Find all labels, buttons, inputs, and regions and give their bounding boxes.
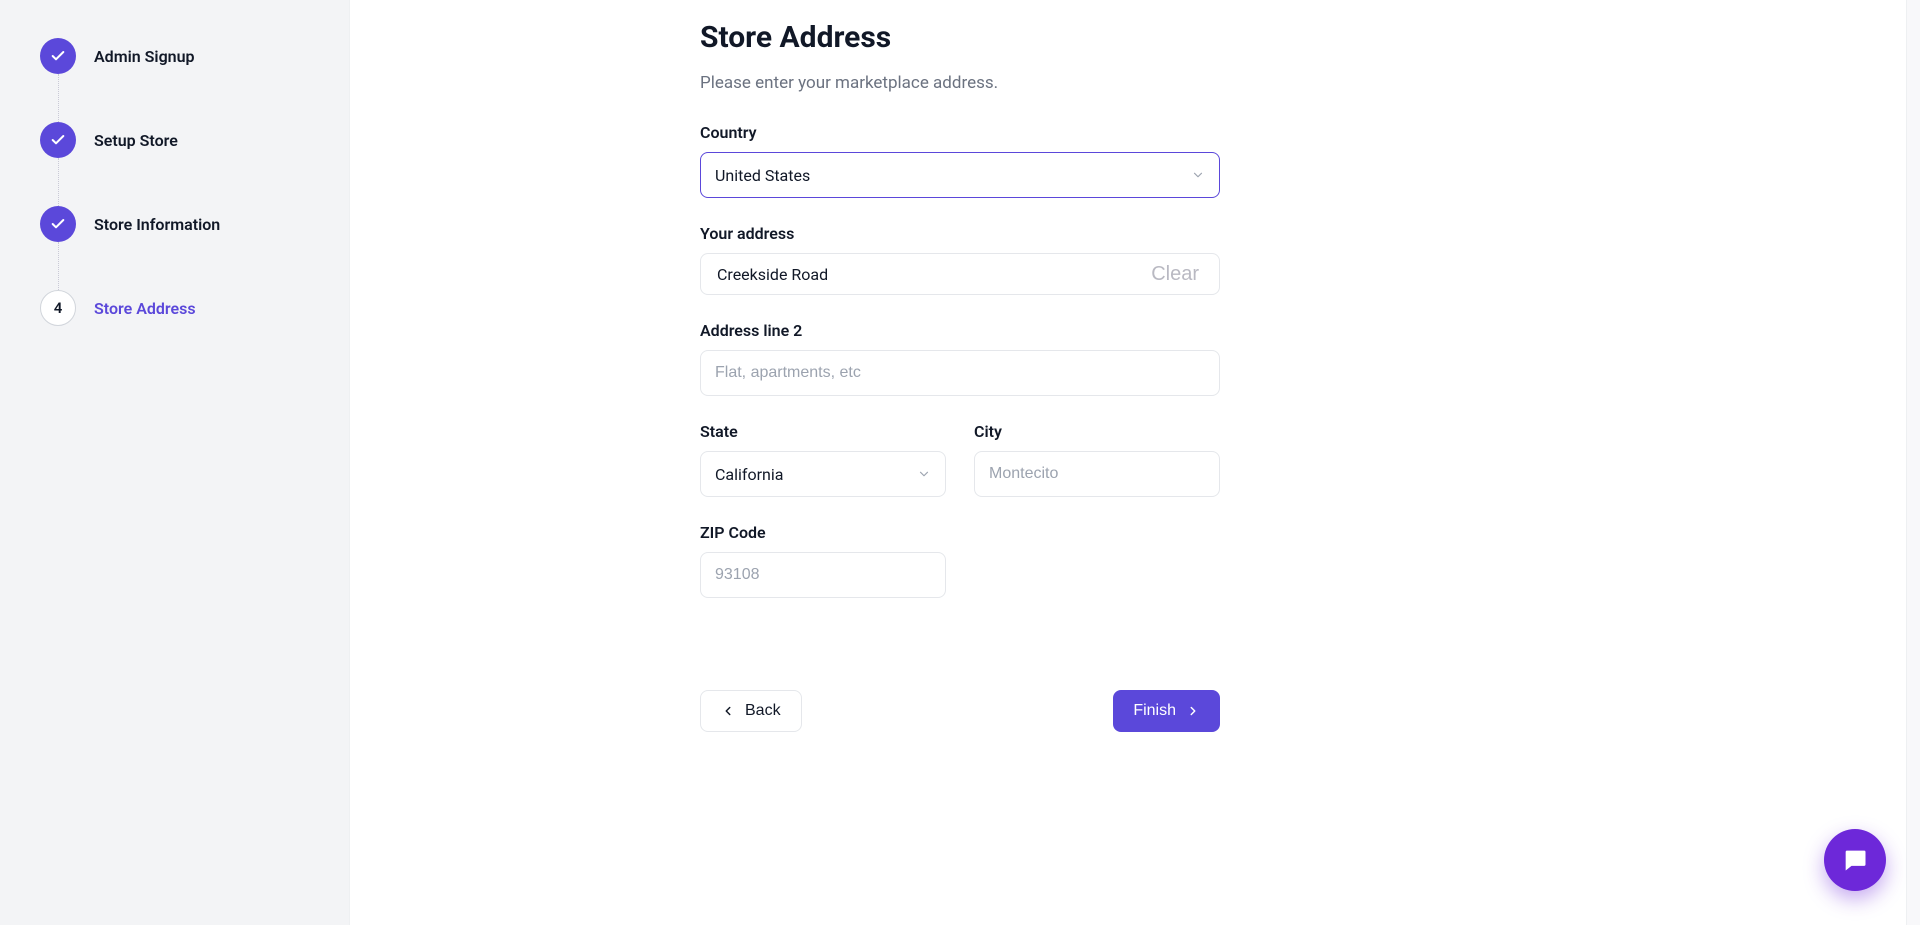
zip-input[interactable]: [700, 552, 946, 598]
setup-steps-sidebar: Admin Signup Setup Store Store Informati…: [0, 0, 350, 925]
zip-row: ZIP Code: [700, 523, 1220, 624]
check-icon: [50, 132, 66, 148]
step-setup-store[interactable]: Setup Store: [40, 122, 309, 206]
chevron-left-icon: [721, 704, 735, 718]
chevron-down-icon: [1191, 168, 1205, 182]
finish-button-label: Finish: [1133, 702, 1176, 720]
address2-field: Address line 2: [700, 321, 1220, 396]
check-icon: [50, 48, 66, 64]
step-indicator-done: [40, 122, 76, 158]
state-label: State: [700, 422, 946, 441]
page-title: Store Address: [700, 20, 1220, 55]
step-store-information[interactable]: Store Information: [40, 206, 309, 290]
step-store-address[interactable]: 4 Store Address: [40, 290, 309, 326]
zip-spacer: [974, 523, 1220, 598]
address-value: Creekside Road: [717, 265, 828, 284]
chevron-down-icon: [917, 467, 931, 481]
finish-button[interactable]: Finish: [1113, 690, 1220, 732]
step-indicator-done: [40, 38, 76, 74]
step-indicator-active: 4: [40, 290, 76, 326]
address2-input[interactable]: [700, 350, 1220, 396]
address-field: Your address Creekside Road Clear: [700, 224, 1220, 295]
step-label: Store Address: [94, 299, 196, 318]
check-icon: [50, 216, 66, 232]
chevron-right-icon: [1186, 704, 1200, 718]
steps-list: Admin Signup Setup Store Store Informati…: [40, 38, 309, 326]
app-root: Admin Signup Setup Store Store Informati…: [0, 0, 1920, 925]
page-subtitle: Please enter your marketplace address.: [700, 73, 1220, 93]
address-label: Your address: [700, 224, 1220, 243]
step-label: Admin Signup: [94, 47, 195, 66]
state-value: California: [715, 465, 783, 484]
state-field: State California: [700, 422, 946, 497]
city-input[interactable]: [974, 451, 1220, 497]
main-content: Store Address Please enter your marketpl…: [350, 0, 1920, 925]
address2-label: Address line 2: [700, 321, 1220, 340]
state-select[interactable]: California: [700, 451, 946, 497]
scrollbar-track[interactable]: [1906, 0, 1920, 925]
clear-address-button[interactable]: Clear: [1145, 262, 1205, 287]
step-label: Store Information: [94, 215, 220, 234]
form-container: Store Address Please enter your marketpl…: [700, 20, 1220, 732]
back-button[interactable]: Back: [700, 690, 802, 732]
address-input[interactable]: Creekside Road Clear: [700, 253, 1220, 295]
country-field: Country United States: [700, 123, 1220, 198]
zip-label: ZIP Code: [700, 523, 946, 542]
city-field: City: [974, 422, 1220, 497]
city-label: City: [974, 422, 1220, 441]
step-admin-signup[interactable]: Admin Signup: [40, 38, 309, 122]
chat-icon: [1841, 846, 1869, 874]
form-footer: Back Finish: [700, 690, 1220, 732]
step-indicator-done: [40, 206, 76, 242]
step-label: Setup Store: [94, 131, 178, 150]
country-label: Country: [700, 123, 1220, 142]
back-button-label: Back: [745, 702, 781, 720]
state-city-row: State California City: [700, 422, 1220, 523]
country-value: United States: [715, 166, 810, 185]
chat-fab[interactable]: [1824, 829, 1886, 891]
country-select[interactable]: United States: [700, 152, 1220, 198]
zip-field: ZIP Code: [700, 523, 946, 598]
